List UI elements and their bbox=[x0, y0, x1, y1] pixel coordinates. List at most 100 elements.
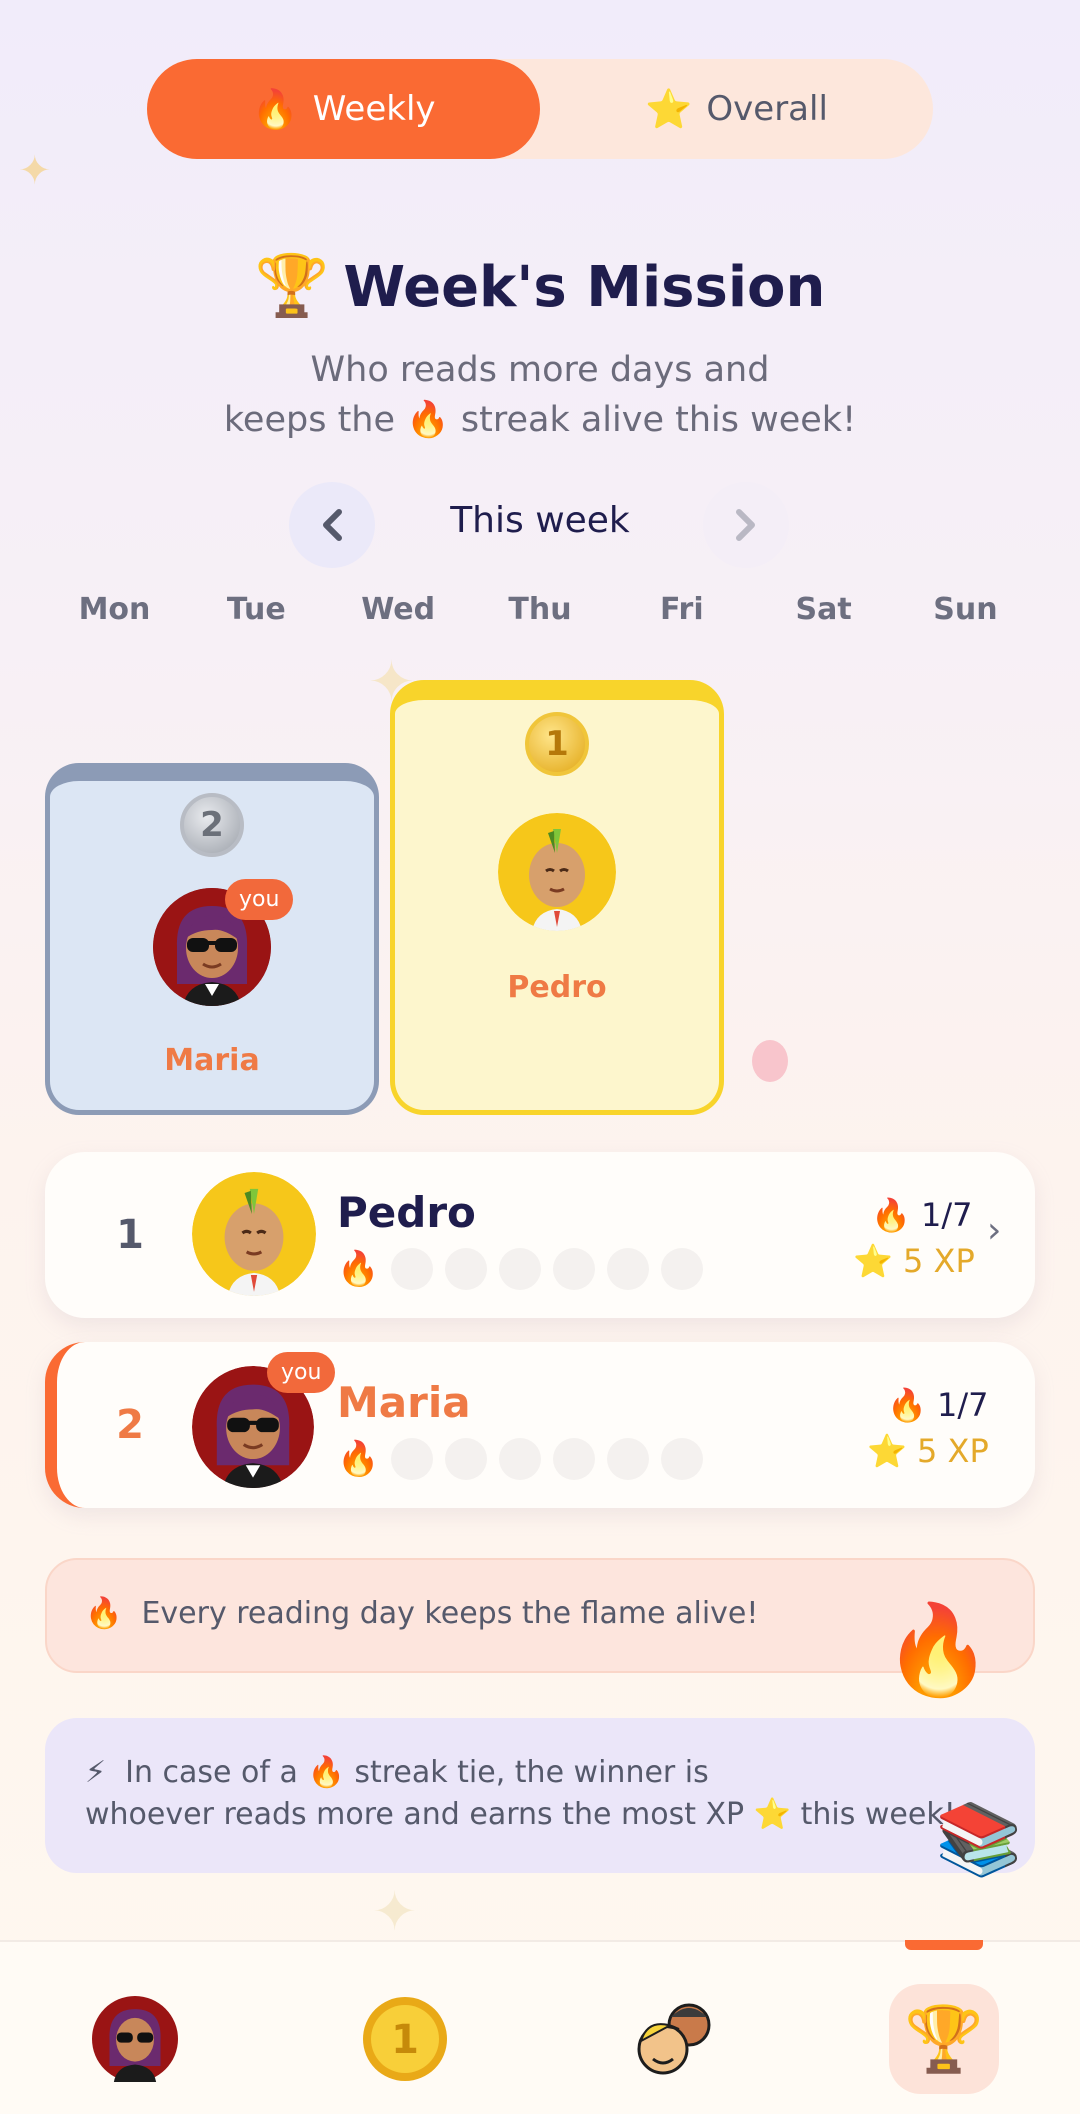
weekday-row: Mon Tue Wed Thu Fri Sat Sun bbox=[44, 592, 1036, 627]
xp-value: 5 XP bbox=[903, 1242, 975, 1280]
balloon-icon bbox=[752, 1040, 788, 1082]
next-week-button[interactable] bbox=[703, 482, 789, 568]
player-name: Maria bbox=[337, 1378, 471, 1427]
mission-title-text: Week's Mission bbox=[343, 255, 826, 320]
you-badge: you bbox=[267, 1352, 336, 1393]
star-icon: ⭐ bbox=[753, 1797, 792, 1832]
tie-rule-text: ⚡ In case of a 🔥 streak tie, the winner … bbox=[85, 1752, 956, 1836]
sparkle-icon: ✦ bbox=[372, 1880, 418, 1943]
avatar bbox=[192, 1172, 316, 1296]
rank-number: 1 bbox=[116, 1212, 144, 1258]
nav-leaderboard[interactable]: 🏆 bbox=[889, 1984, 999, 2094]
streak-count: 🔥 1/7 bbox=[871, 1196, 973, 1234]
tab-overall[interactable]: ⭐ Overall bbox=[540, 59, 933, 159]
profile-avatar-icon bbox=[92, 1996, 178, 2082]
empty-day-dot bbox=[607, 1248, 649, 1290]
medal-number: 2 bbox=[200, 805, 224, 845]
svg-text:1: 1 bbox=[391, 2017, 419, 2063]
tab-switcher: 🔥 Weekly ⭐ Overall bbox=[147, 59, 933, 159]
trophy-icon: 🏆 bbox=[904, 2002, 984, 2077]
weekday-label: Thu bbox=[508, 592, 572, 627]
books-icon: 📚 bbox=[935, 1798, 1023, 1880]
avatar bbox=[498, 813, 616, 931]
nav-profile[interactable] bbox=[80, 1984, 190, 2094]
pedro-avatar-icon bbox=[192, 1172, 316, 1296]
empty-day-dot bbox=[445, 1438, 487, 1480]
tie-rule-card: ⚡ In case of a 🔥 streak tie, the winner … bbox=[45, 1718, 1035, 1880]
mission-subtitle: Who reads more days and keeps the 🔥 stre… bbox=[140, 345, 940, 445]
empty-day-dot bbox=[499, 1248, 541, 1290]
big-fire-icon: 🔥 bbox=[883, 1598, 993, 1701]
fire-icon: 🔥 bbox=[307, 1755, 345, 1790]
fire-icon: 🔥 bbox=[406, 400, 450, 440]
weekday-label: Mon bbox=[78, 592, 151, 627]
weekday-label: Sat bbox=[795, 592, 852, 627]
bottom-navigation: 1 🏆 bbox=[0, 1940, 1080, 2114]
podium-second-place[interactable]: 2 you Maria bbox=[45, 763, 379, 1115]
xp-value: 5 XP bbox=[917, 1432, 989, 1470]
flame-tip-label: Every reading day keeps the flame alive! bbox=[141, 1596, 759, 1631]
fire-icon: 🔥 bbox=[871, 1196, 911, 1234]
fire-icon: 🔥 bbox=[251, 86, 299, 131]
fire-icon: 🔥 bbox=[85, 1596, 123, 1631]
streak-value: 1/7 bbox=[921, 1196, 973, 1234]
subtitle-text: keeps the bbox=[223, 400, 396, 440]
empty-day-dot bbox=[499, 1438, 541, 1480]
sparkle-icon: ✦ bbox=[18, 148, 52, 194]
fire-icon: 🔥 bbox=[337, 1249, 380, 1289]
tie-text: In case of a bbox=[125, 1755, 298, 1790]
weekday-label: Wed bbox=[361, 592, 436, 627]
empty-day-dot bbox=[391, 1248, 433, 1290]
podium-name: Pedro bbox=[507, 970, 607, 1005]
star-icon: ⭐ bbox=[645, 86, 693, 131]
nav-coins[interactable]: 1 bbox=[350, 1984, 460, 2094]
bolt-icon: ⚡ bbox=[85, 1755, 107, 1790]
leaderboard-row-current-user[interactable]: 2 you Maria 🔥 🔥 1/7 ⭐ 5 XP bbox=[45, 1342, 1035, 1508]
week-label: This week bbox=[450, 500, 630, 541]
coin-icon: 1 bbox=[363, 1997, 447, 2081]
subtitle-text: streak alive this week! bbox=[460, 400, 857, 440]
streak-count: 🔥 1/7 bbox=[887, 1386, 989, 1424]
previous-week-button[interactable] bbox=[289, 482, 375, 568]
empty-day-dot bbox=[607, 1438, 649, 1480]
fire-icon: 🔥 bbox=[887, 1386, 927, 1424]
xp-count: ⭐ 5 XP bbox=[853, 1242, 975, 1280]
gold-medal-icon: 1 bbox=[525, 712, 589, 776]
chevron-right-icon bbox=[736, 509, 755, 541]
you-badge: you bbox=[225, 879, 294, 920]
chevron-right-icon: › bbox=[987, 1210, 1002, 1251]
medal-number: 1 bbox=[545, 724, 569, 764]
empty-day-dot bbox=[661, 1248, 703, 1290]
weekday-label: Fri bbox=[659, 592, 704, 627]
podium-first-place[interactable]: 1 Pedro bbox=[390, 680, 724, 1115]
star-icon: ⭐ bbox=[853, 1242, 893, 1280]
podium-name: Maria bbox=[164, 1043, 260, 1078]
tie-text: whoever reads more and earns the most XP bbox=[85, 1797, 745, 1832]
tab-weekly[interactable]: 🔥 Weekly bbox=[147, 59, 540, 159]
nav-friends[interactable] bbox=[620, 1984, 730, 2094]
fire-icon: 🔥 bbox=[337, 1439, 380, 1479]
empty-day-dot bbox=[553, 1248, 595, 1290]
empty-day-dot bbox=[661, 1438, 703, 1480]
empty-day-dot bbox=[553, 1438, 595, 1480]
weekday-label: Sun bbox=[933, 592, 998, 627]
tab-weekly-label: Weekly bbox=[312, 89, 436, 129]
star-icon: ⭐ bbox=[867, 1432, 907, 1470]
empty-day-dot bbox=[391, 1438, 433, 1480]
streak-value: 1/7 bbox=[937, 1386, 989, 1424]
leaderboard-row[interactable]: 1 Pedro 🔥 🔥 1/7 ⭐ 5 XP › bbox=[45, 1152, 1035, 1318]
chevron-left-icon bbox=[323, 509, 342, 541]
silver-medal-icon: 2 bbox=[180, 793, 244, 857]
xp-count: ⭐ 5 XP bbox=[867, 1432, 989, 1470]
empty-day-dot bbox=[445, 1248, 487, 1290]
trophy-icon: 🏆 bbox=[254, 251, 330, 321]
streak-dots: 🔥 bbox=[337, 1248, 703, 1290]
active-tab-indicator bbox=[905, 1940, 983, 1950]
tie-text: streak tie, the winner is bbox=[354, 1755, 709, 1790]
streak-dots: 🔥 bbox=[337, 1438, 703, 1480]
tie-rule-line1: ⚡ In case of a 🔥 streak tie, the winner … bbox=[85, 1752, 956, 1794]
flame-tip-card: 🔥 Every reading day keeps the flame aliv… bbox=[45, 1558, 1035, 1701]
tie-rule-line2: whoever reads more and earns the most XP… bbox=[85, 1794, 956, 1836]
friends-icon bbox=[637, 2003, 711, 2075]
player-name: Pedro bbox=[337, 1188, 476, 1237]
